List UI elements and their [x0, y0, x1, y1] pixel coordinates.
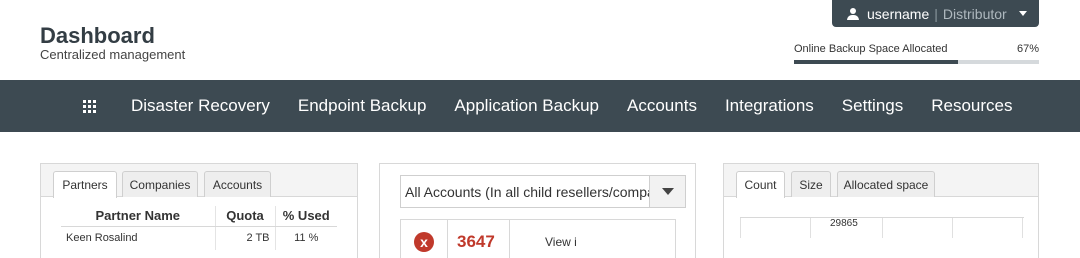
chart-gridline — [882, 218, 883, 238]
apps-grid-icon[interactable] — [83, 99, 96, 113]
chart-value-label: 29865 — [830, 218, 858, 229]
tab-allocated-space[interactable]: Allocated space — [837, 171, 935, 197]
caret-down-icon — [661, 188, 674, 195]
column-header[interactable]: Quota — [215, 206, 276, 227]
error-count: 3647 — [457, 232, 495, 251]
user-icon — [847, 7, 859, 20]
tab-accounts[interactable]: Accounts — [204, 171, 271, 197]
accounts-scope-select[interactable]: All Accounts (In all child resellers/com… — [400, 175, 686, 208]
header: Dashboard Centralized management usernam… — [0, 0, 1080, 80]
partner-name-cell: Keen Rosalind — [61, 226, 216, 250]
quota-cell: 2 TB — [215, 226, 276, 250]
chart-gridline — [740, 218, 741, 238]
user-name: username — [867, 5, 930, 22]
partners-tabs: Partners Companies Accounts — [41, 164, 357, 198]
partners-panel: Partners Companies Accounts Partner Name… — [40, 163, 358, 258]
divider — [509, 220, 510, 258]
chart-area: 29865 — [740, 217, 1024, 258]
brand: Dashboard Centralized management — [40, 24, 185, 62]
backup-space-progress-fill — [794, 60, 959, 64]
user-separator: | — [934, 5, 938, 22]
error-icon: x — [414, 232, 434, 252]
nav-application-backup[interactable]: Application Backup — [454, 96, 599, 116]
accounts-status-panel: All Accounts (In all child resellers/com… — [379, 163, 696, 258]
backup-space-percent: 67% — [1016, 43, 1039, 55]
main-navbar: Disaster Recovery Endpoint Backup Applic… — [0, 80, 1080, 132]
backup-space-label: Online Backup Space Allocated — [794, 43, 948, 55]
tab-companies[interactable]: Companies — [122, 171, 198, 197]
tab-partners[interactable]: Partners — [53, 171, 117, 198]
chart-gridline — [952, 218, 953, 238]
used-cell: 11 % — [294, 232, 319, 245]
user-menu[interactable]: username | Distributor — [832, 0, 1039, 27]
error-stat-box: x 3647 View i — [400, 219, 676, 258]
nav-disaster-recovery[interactable]: Disaster Recovery — [131, 96, 270, 116]
nav-integrations[interactable]: Integrations — [725, 96, 814, 116]
nav-accounts[interactable]: Accounts — [627, 96, 697, 116]
page-title: Dashboard — [40, 23, 155, 48]
divider — [447, 220, 448, 258]
accounts-scope-value: All Accounts (In all child resellers/com… — [405, 183, 653, 200]
dashboard-content: Partners Companies Accounts Partner Name… — [0, 132, 1080, 258]
chart-tabs: Count Size Allocated space — [724, 164, 1038, 198]
partners-table: Partner Name Quota % Used Keen Rosalind … — [61, 206, 337, 250]
chart-gridline — [1022, 218, 1023, 238]
table-row[interactable]: Keen Rosalind 2 TB 11 % — [61, 226, 337, 250]
column-header[interactable]: Partner Name — [61, 206, 216, 227]
chart-gridline — [810, 218, 811, 238]
tab-count[interactable]: Count — [736, 171, 785, 198]
nav-resources[interactable]: Resources — [931, 96, 1012, 116]
user-role: Distributor — [942, 5, 1007, 22]
page-subtitle: Centralized management — [40, 47, 186, 62]
storage-chart-panel: Count Size Allocated space 29865 — [723, 163, 1039, 258]
view-link[interactable]: View i — [545, 235, 577, 249]
dropdown-button[interactable] — [649, 176, 685, 207]
nav-endpoint-backup[interactable]: Endpoint Backup — [298, 96, 427, 116]
backup-space-progress — [794, 60, 1039, 64]
tab-size[interactable]: Size — [791, 171, 831, 197]
nav-settings[interactable]: Settings — [842, 96, 903, 116]
caret-down-icon — [1018, 11, 1027, 16]
column-header[interactable]: % Used — [275, 206, 337, 227]
